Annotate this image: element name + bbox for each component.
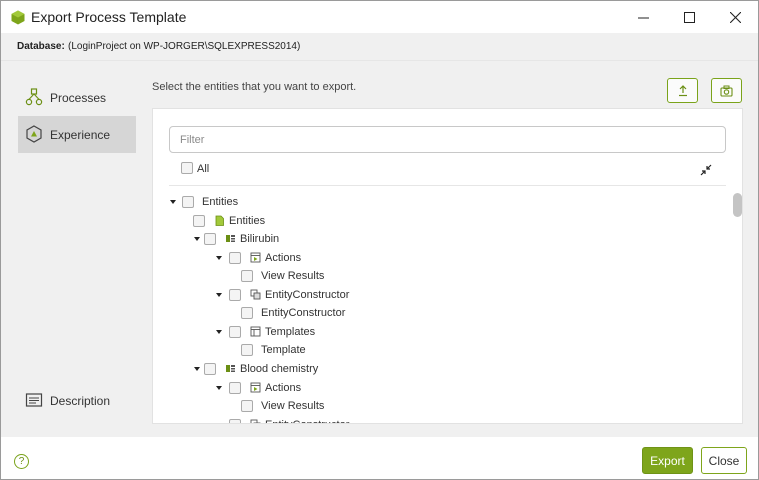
upload-icon — [678, 84, 687, 96]
all-label: All — [197, 163, 210, 175]
constructor-icon — [250, 289, 261, 300]
tree-row[interactable]: View Results — [153, 267, 723, 285]
sidebar: Processes Experience Description — [1, 61, 141, 437]
green-hexagon-icon — [11, 10, 25, 25]
tree-checkbox[interactable] — [204, 363, 216, 375]
tree-checkbox[interactable] — [241, 344, 253, 356]
tree-checkbox[interactable] — [182, 196, 194, 208]
expand-caret[interactable] — [192, 364, 202, 374]
tree-item-label: Entities — [202, 196, 239, 208]
tree-item-label: Templates — [265, 326, 316, 338]
expand-caret[interactable] — [214, 420, 224, 423]
tree-row[interactable]: View Results — [153, 397, 723, 415]
tree-item-label: EntityConstructor — [261, 307, 346, 319]
help-icon[interactable]: ? — [14, 454, 29, 469]
tree-row[interactable]: Actions — [153, 379, 723, 397]
actions-icon — [250, 252, 261, 263]
tree-row[interactable]: Template — [153, 341, 723, 359]
tree-checkbox[interactable] — [229, 252, 241, 264]
camera-icon — [720, 85, 733, 97]
sidebar-item-label: Experience — [50, 128, 111, 142]
scrollbar-track[interactable] — [731, 187, 742, 423]
tree-checkbox[interactable] — [229, 326, 241, 338]
tree-checkbox[interactable] — [193, 215, 205, 227]
title-bar: Export Process Template — [1, 1, 758, 33]
tree-row[interactable]: Bilirubin — [153, 230, 723, 248]
maximize-icon — [683, 11, 695, 23]
minimize-button[interactable] — [620, 1, 666, 33]
tree-row[interactable]: EntityConstructor — [153, 416, 723, 423]
expand-caret[interactable] — [214, 253, 224, 263]
all-checkbox[interactable] — [181, 162, 193, 174]
expand-caret[interactable] — [214, 383, 224, 393]
close-icon — [729, 11, 741, 23]
sidebar-item-label: Description — [50, 394, 111, 408]
tree-item-label: EntityConstructor — [265, 419, 349, 423]
close-button[interactable]: Close — [701, 447, 747, 474]
database-bar: Database: (LoginProject on WP-JORGER\SQL… — [1, 33, 758, 61]
tree-checkbox[interactable] — [241, 270, 253, 282]
close-window-button[interactable] — [712, 1, 758, 33]
tree-item-label: Actions — [265, 382, 302, 394]
sidebar-item-experience[interactable]: Experience — [18, 116, 136, 153]
tree-checkbox[interactable] — [241, 307, 253, 319]
entity-icon — [226, 235, 235, 242]
tree-row[interactable]: EntityConstructor — [153, 286, 723, 304]
entity-panel: All Entities Entities Bilirubin Actions View… — [152, 108, 743, 424]
tree-item-label: Template — [261, 344, 306, 356]
tree-item-label: Actions — [265, 252, 302, 264]
instructions-text: Select the entities that you want to exp… — [152, 81, 357, 93]
separator — [169, 185, 726, 186]
expand-caret[interactable] — [168, 197, 178, 207]
tree-row[interactable]: Templates — [153, 323, 723, 341]
tree-item-label: Blood chemistry — [240, 363, 319, 375]
filter-input[interactable] — [169, 126, 726, 153]
tree-item-label: Bilirubin — [240, 233, 280, 245]
import-button[interactable] — [667, 78, 698, 103]
window-title: Export Process Template — [31, 9, 187, 25]
expand-caret[interactable] — [192, 234, 202, 244]
footer: ? Export Close — [1, 437, 758, 479]
main-content: Select the entities that you want to exp… — [141, 61, 758, 437]
description-icon — [25, 393, 43, 407]
tree-item-label: View Results — [261, 270, 325, 282]
export-button[interactable]: Export — [642, 447, 693, 474]
database-value: (LoginProject on WP-JORGER\SQLEXPRESS201… — [68, 41, 301, 52]
experience-icon — [26, 125, 42, 143]
screenshot-button[interactable] — [711, 78, 742, 103]
tree-checkbox[interactable] — [204, 233, 216, 245]
scrollbar-thumb[interactable] — [733, 193, 742, 217]
tree-item-label: EntityConstructor — [265, 289, 350, 301]
entity-icon — [226, 365, 235, 372]
sidebar-item-processes[interactable]: Processes — [18, 79, 136, 116]
tree-row[interactable]: Blood chemistry — [153, 360, 723, 378]
tree-checkbox[interactable] — [229, 289, 241, 301]
collapse-arrows-icon[interactable] — [699, 163, 713, 177]
tree-item-label: Entities — [229, 215, 266, 227]
entity-file-icon — [215, 215, 224, 226]
expand-caret[interactable] — [214, 327, 224, 337]
export-dialog: Export Process Template Database: (Login… — [0, 0, 759, 480]
templates-icon — [250, 326, 261, 337]
actions-icon — [250, 382, 261, 393]
maximize-button[interactable] — [666, 1, 712, 33]
minimize-icon — [637, 17, 649, 18]
sidebar-item-label: Processes — [50, 91, 107, 105]
tree-checkbox[interactable] — [229, 382, 241, 394]
database-label: Database: — [17, 41, 65, 52]
tree-row[interactable]: Actions — [153, 249, 723, 267]
tree-row[interactable]: Entities — [153, 193, 723, 211]
constructor-icon — [250, 419, 261, 423]
tree-item-label: View Results — [261, 400, 325, 412]
processes-icon — [25, 88, 43, 106]
expand-caret[interactable] — [214, 290, 224, 300]
tree-checkbox[interactable] — [241, 400, 253, 412]
tree-row[interactable]: Entities — [153, 212, 723, 230]
sidebar-item-description[interactable]: Description — [18, 382, 136, 419]
tree-checkbox[interactable] — [229, 419, 241, 423]
tree-row[interactable]: EntityConstructor — [153, 304, 723, 322]
